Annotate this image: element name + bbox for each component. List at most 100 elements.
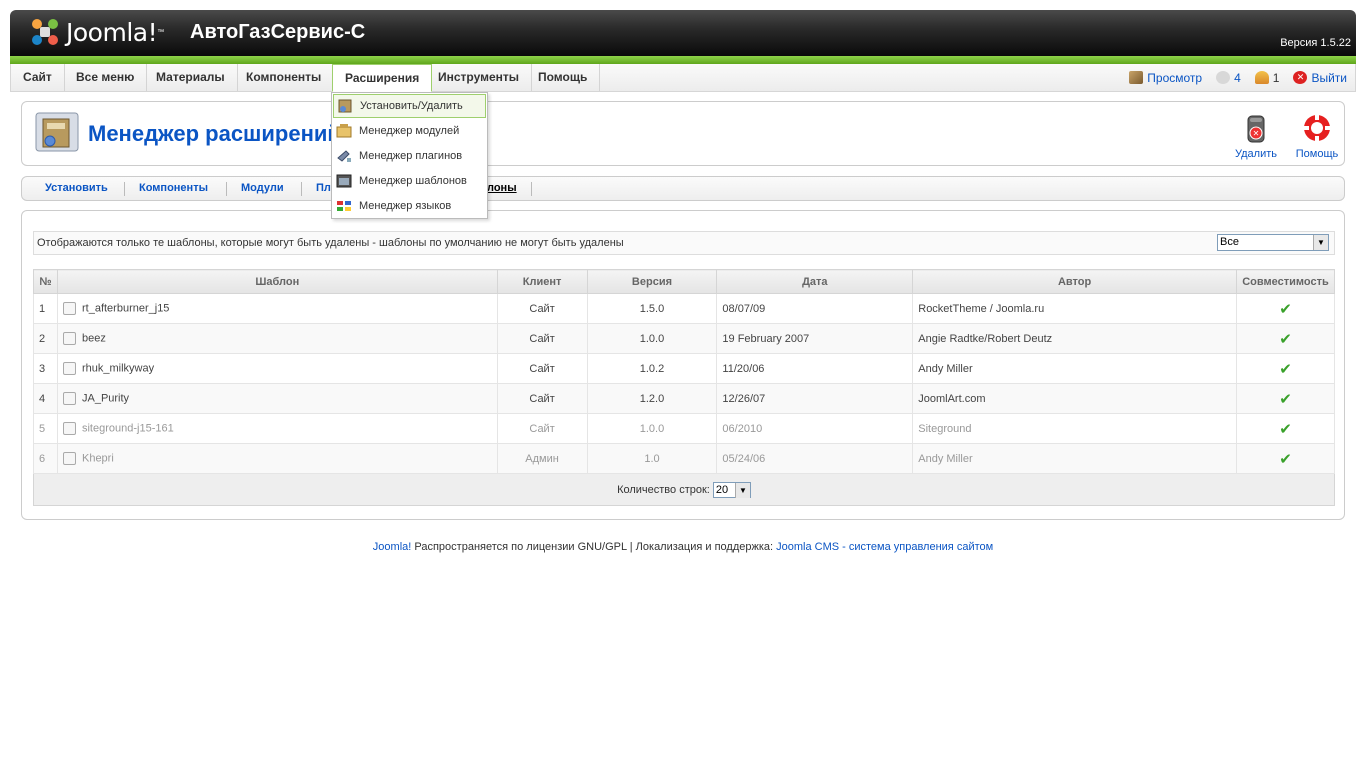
license-text: Распространяется по лицензии GNU/GPL | Л…	[411, 541, 777, 553]
col-version[interactable]: Версия	[586, 269, 718, 294]
menu-components[interactable]: Компоненты	[234, 64, 335, 91]
template-name: Khepri	[81, 452, 114, 465]
col-template[interactable]: Шаблон	[56, 269, 498, 294]
menu-all-menus[interactable]: Все меню	[64, 64, 148, 91]
cell-author: Angie Radtke/Robert Deutz	[912, 323, 1237, 354]
menu-extensions[interactable]: Расширения	[332, 64, 433, 92]
cell-num: 3	[33, 353, 58, 384]
cell-version: 1.2.0	[586, 383, 718, 414]
template-name: rt_afterburner_j15	[81, 302, 170, 315]
submenu-separator	[226, 182, 227, 196]
install-icon	[338, 99, 352, 113]
check-icon: ✔	[1279, 360, 1292, 378]
cell-author: Andy Miller	[912, 443, 1237, 474]
cell-compatibility: ✔	[1235, 443, 1336, 474]
language-flags-icon	[337, 201, 351, 211]
cell-num: 5	[33, 413, 58, 444]
rows-per-page-select[interactable]: 20 ▼	[712, 481, 751, 498]
menu-content[interactable]: Материалы	[144, 64, 238, 91]
rows-per-page-value: 20	[715, 483, 729, 496]
version-label: Версия 1.5.22	[1280, 37, 1351, 49]
template-name: siteground-j15-161	[81, 422, 174, 435]
joomla-logo-icon	[32, 19, 58, 45]
menu-help[interactable]: Помощь	[526, 64, 601, 91]
dropdown-module-manager[interactable]: Менеджер модулей	[333, 119, 486, 143]
table-row: 3 rhuk_milkyway Сайт 1.0.2 11/20/06 Andy…	[33, 353, 1336, 384]
logout-link[interactable]: ✕ Выйти	[1293, 71, 1347, 85]
users-count: 1	[1272, 70, 1280, 85]
menu-tools[interactable]: Инструменты	[426, 64, 533, 91]
cell-num: 6	[33, 443, 58, 474]
plugin-icon	[337, 150, 351, 162]
dropdown-item-label: Менеджер шаблонов	[359, 175, 467, 187]
client-filter-select[interactable]: Все ▼	[1217, 234, 1329, 251]
cell-version: 1.0.0	[586, 323, 718, 354]
chevron-down-icon: ▼	[734, 482, 750, 498]
row-checkbox[interactable]	[62, 332, 76, 345]
cell-num: 1	[33, 293, 58, 324]
cell-template: beez	[56, 323, 498, 354]
col-author[interactable]: Автор	[912, 269, 1237, 294]
submenu-modules[interactable]: Модули	[241, 177, 284, 200]
dropdown-install-uninstall[interactable]: Установить/Удалить	[333, 94, 486, 118]
lifebuoy-help-icon	[1303, 114, 1331, 142]
table-row: 1 rt_afterburner_j15 Сайт 1.5.0 08/07/09…	[33, 293, 1336, 324]
submenu-plugins[interactable]: Пл	[316, 177, 331, 200]
delete-label: Удалить	[1235, 148, 1277, 160]
messages-link[interactable]: 4	[1216, 71, 1241, 85]
logout-label: Выйти	[1311, 70, 1347, 85]
cell-version: 1.0	[586, 443, 718, 474]
extensions-submenu: Установить Компоненты Модули Пл лоны	[21, 176, 1345, 201]
site-name: АвтоГазСервис-С	[190, 21, 366, 43]
preview-icon	[1129, 71, 1144, 84]
table-row: 6 Khepri Админ 1.0 05/24/06 Andy Miller …	[33, 443, 1336, 474]
submenu-install[interactable]: Установить	[45, 177, 108, 200]
page-title: Менеджер расширений	[88, 121, 341, 146]
pagination-cell: Количество строк: 20 ▼	[33, 473, 1335, 506]
help-button[interactable]: Помощь	[1292, 112, 1342, 160]
row-checkbox-disabled	[62, 452, 76, 465]
col-num[interactable]: №	[33, 269, 58, 294]
row-checkbox[interactable]	[62, 302, 76, 315]
cell-template: rt_afterburner_j15	[56, 293, 498, 324]
header-accent-bar	[10, 56, 1356, 64]
dropdown-language-manager[interactable]: Менеджер языков	[333, 194, 486, 218]
cell-version: 1.5.0	[586, 293, 718, 324]
filter-description: Отображаются только те шаблоны, которые …	[37, 237, 624, 249]
templates-table: № Шаблон Клиент Версия Дата Автор Совмес…	[33, 269, 1336, 506]
row-checkbox[interactable]	[62, 392, 76, 405]
dropdown-item-label: Менеджер плагинов	[359, 150, 463, 162]
logo-text: Joomla!	[66, 17, 158, 47]
content-box: Отображаются только те шаблоны, которые …	[21, 210, 1345, 520]
svg-text:✕: ✕	[1253, 129, 1260, 138]
page-footer: Joomla! Распространяется по лицензии GNU…	[0, 541, 1366, 553]
support-link[interactable]: Joomla CMS - система управления сайтом	[776, 541, 993, 553]
submenu-templates[interactable]: лоны	[487, 177, 517, 200]
dropdown-plugin-manager[interactable]: Менеджер плагинов	[333, 144, 486, 168]
status-area: Просмотр 4 1 ✕ Выйти	[1129, 64, 1347, 91]
trash-delete-icon: ✕	[1247, 115, 1265, 143]
client-filter-value: Все	[1220, 236, 1239, 248]
module-icon	[336, 124, 352, 138]
col-date[interactable]: Дата	[716, 269, 914, 294]
messages-count: 4	[1234, 70, 1241, 85]
menu-site[interactable]: Сайт	[11, 64, 65, 91]
row-checkbox[interactable]	[62, 362, 76, 375]
cell-compatibility: ✔	[1235, 383, 1336, 414]
cell-date: 05/24/06	[716, 443, 914, 474]
col-compatibility[interactable]: Совместимость	[1235, 269, 1336, 294]
delete-button[interactable]: ✕ Удалить	[1231, 112, 1281, 160]
col-client[interactable]: Клиент	[496, 269, 588, 294]
cell-client: Сайт	[496, 353, 588, 384]
submenu-components[interactable]: Компоненты	[139, 177, 208, 200]
dropdown-item-label: Менеджер языков	[359, 200, 452, 212]
dropdown-item-label: Установить/Удалить	[360, 100, 463, 112]
joomla-logo[interactable]: Joomla! ™	[28, 15, 164, 49]
preview-link[interactable]: Просмотр	[1129, 71, 1202, 85]
preview-label: Просмотр	[1147, 70, 1203, 85]
rows-per-page-label: Количество строк:	[617, 483, 710, 496]
joomla-link[interactable]: Joomla!	[373, 541, 412, 553]
cell-num: 2	[33, 323, 58, 354]
dropdown-template-manager[interactable]: Менеджер шаблонов	[333, 169, 486, 193]
messages-icon	[1216, 71, 1231, 84]
